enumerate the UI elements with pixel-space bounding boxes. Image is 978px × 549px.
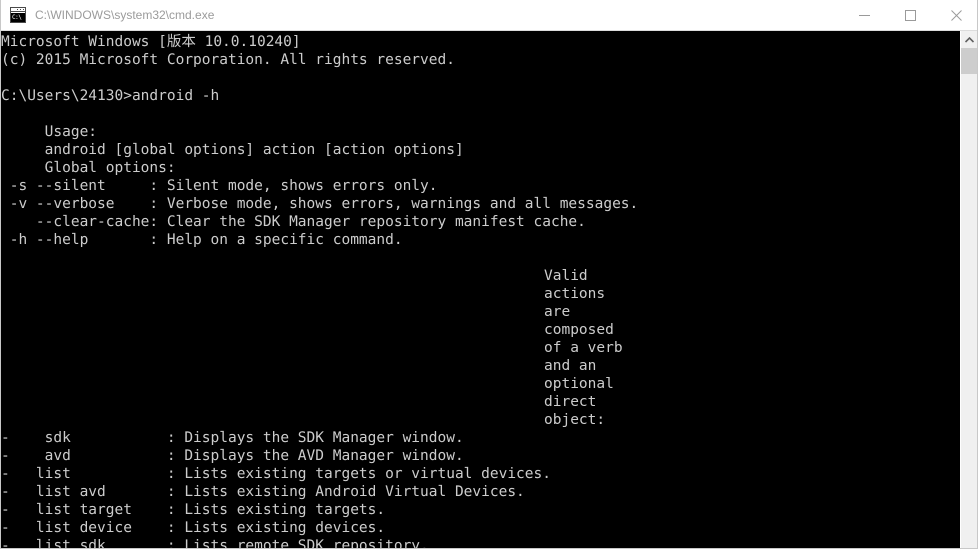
note-line: actions (544, 286, 606, 302)
title-bar[interactable]: C:\ C:\WINDOWS\system32\cmd.exe (1, 0, 977, 31)
terminal-line: android [global options] action [action … (1, 142, 464, 158)
icon-dot (17, 9, 18, 10)
valid-actions-note: Valid actions are composed of a verb and an op… (544, 267, 623, 429)
close-button[interactable] (933, 0, 977, 31)
terminal-line: (c) 2015 Microsoft Corporation. All righ… (1, 52, 455, 68)
window-title: C:\WINDOWS\system32\cmd.exe (35, 8, 215, 22)
icon-prompt-text: C:\ (11, 13, 25, 22)
terminal-line: --clear-cache: Clear the SDK Manager rep… (1, 214, 586, 230)
cmd-exe-icon[interactable]: C:\ (10, 7, 26, 23)
icon-dot (20, 9, 21, 10)
console-output-area[interactable]: Microsoft Windows [版本 10.0.10240] (c) 201… (1, 31, 977, 549)
terminal-line: -v --verbose : Verbose mode, shows error… (1, 196, 639, 212)
terminal-line: Usage: (1, 124, 98, 140)
note-line: and an (544, 358, 597, 374)
note-line: optional (544, 376, 614, 392)
scroll-thumb[interactable] (961, 48, 977, 74)
terminal-line: - list device : Lists existing devices. (1, 520, 386, 536)
vertical-scrollbar[interactable] (960, 31, 977, 548)
note-line: direct (544, 394, 597, 410)
maximize-button[interactable] (887, 0, 933, 31)
note-line: are (544, 304, 571, 320)
minimize-button[interactable] (841, 0, 887, 31)
terminal-line: - list avd : Lists existing Android Virt… (1, 484, 525, 500)
terminal-line: - list sdk : Lists remote SDK repository… (1, 538, 429, 549)
note-line: of a verb (544, 340, 623, 356)
cmd-window: C:\ C:\WINDOWS\system32\cmd.exe Microsof… (0, 0, 978, 549)
note-line: composed (544, 322, 614, 338)
terminal-line: Global options: (1, 160, 176, 176)
terminal-text: Microsoft Windows [版本 10.0.10240] (c) 201… (1, 33, 956, 549)
terminal-line: - sdk : Displays the SDK Manager window. (1, 430, 464, 446)
terminal-line: - list : Lists existing targets or virtu… (1, 466, 551, 482)
terminal-line: - avd : Displays the AVD Manager window. (1, 448, 464, 464)
scroll-up-arrow-icon[interactable] (961, 31, 977, 48)
icon-dot (23, 9, 24, 10)
note-line: object: (544, 412, 606, 428)
note-line: Valid (544, 268, 588, 284)
terminal-line: -h --help : Help on a specific command. (1, 232, 403, 248)
terminal-line: Microsoft Windows [版本 10.0.10240] (1, 34, 301, 50)
window-controls (841, 0, 977, 31)
terminal-line: C:\Users\24130>android -h (1, 88, 220, 104)
terminal-line: -s --silent : Silent mode, shows errors … (1, 178, 438, 194)
terminal-line: - list target : Lists existing targets. (1, 502, 386, 518)
